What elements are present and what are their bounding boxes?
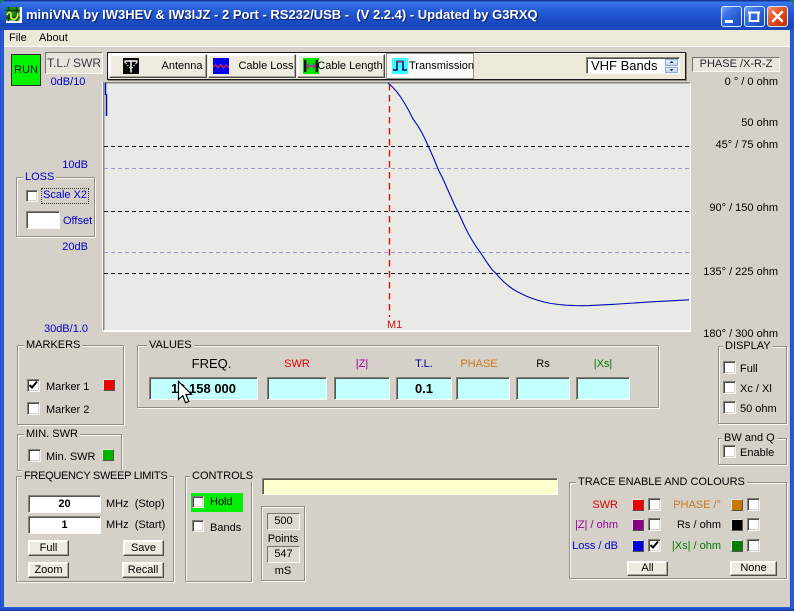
svg-text:M1: M1 (387, 319, 402, 329)
